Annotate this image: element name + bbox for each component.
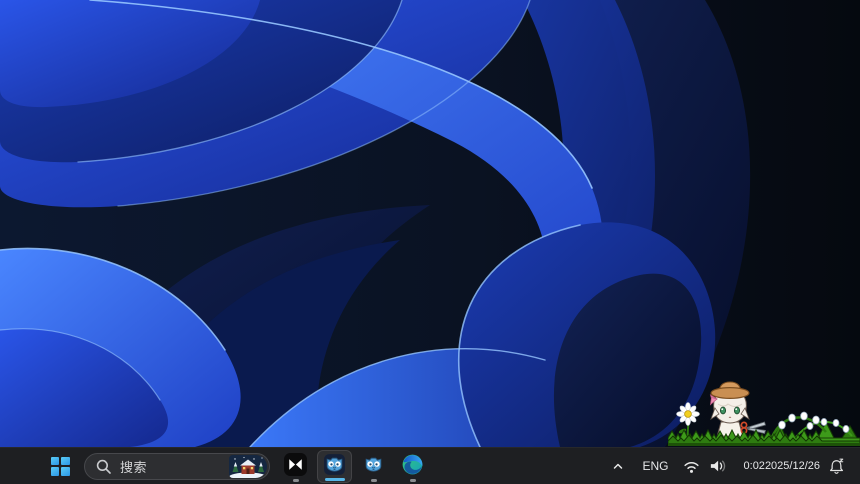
- app-running-indicator: [410, 479, 416, 482]
- taskbar-app-godot-active[interactable]: [317, 450, 352, 483]
- desktop: 搜索: [0, 0, 860, 484]
- system-tray: ENG 0:02 2025/12/26: [607, 448, 860, 484]
- search-placeholder: 搜索: [120, 457, 147, 476]
- app-running-indicator: [293, 479, 299, 482]
- godot-icon: [322, 452, 347, 482]
- taskbar-app-edge[interactable]: [395, 450, 430, 483]
- speaker-icon[interactable]: [707, 451, 731, 481]
- clock-time: 0:02: [744, 460, 765, 473]
- clock-button[interactable]: 0:02 2025/12/26: [744, 451, 820, 481]
- clock-date: 2025/12/26: [765, 460, 820, 473]
- app-running-indicator: [325, 478, 345, 481]
- app-running-indicator: [371, 479, 377, 482]
- search-box[interactable]: 搜索: [84, 453, 270, 480]
- windows-logo-icon: [51, 457, 70, 476]
- taskbar-apps: [278, 450, 430, 483]
- edge-icon: [400, 452, 425, 482]
- notification-bell-dnd-icon[interactable]: [825, 451, 848, 481]
- taskbar-app-capcut[interactable]: [278, 450, 313, 483]
- tray-chevron-up-icon[interactable]: [607, 451, 629, 481]
- capcut-icon: [283, 452, 308, 482]
- cowboy-hat: [711, 382, 749, 398]
- search-icon: [95, 458, 112, 475]
- start-button[interactable]: [42, 450, 78, 482]
- taskbar-app-godot[interactable]: [356, 450, 391, 483]
- tray-language-button[interactable]: ENG: [641, 451, 671, 481]
- godot-icon: [361, 452, 386, 482]
- wifi-icon[interactable]: [681, 451, 702, 481]
- taskbar: 搜索: [0, 447, 860, 484]
- desktop-pet-garden[interactable]: [668, 380, 860, 447]
- search-highlight-art[interactable]: [229, 455, 267, 478]
